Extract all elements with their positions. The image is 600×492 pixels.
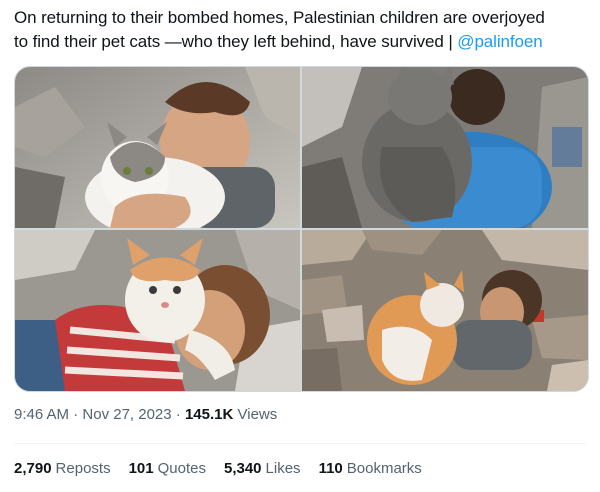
- quotes-count: 101: [128, 460, 154, 477]
- tweet-text-line-2-body: to find their pet cats —who they left be…: [14, 32, 458, 51]
- reposts-count: 2,790: [14, 460, 52, 477]
- views-label: Views: [237, 406, 278, 423]
- views-count: 145.1K: [184, 406, 234, 423]
- child-hugging-white-cat-photo[interactable]: [15, 67, 300, 228]
- bookmarks-stat[interactable]: 110 Bookmarks: [319, 460, 422, 477]
- divider: [14, 443, 586, 444]
- post-date[interactable]: Nov 27, 2023: [82, 406, 171, 423]
- mention-link[interactable]: @palinfoen: [457, 32, 542, 51]
- tweet-text-line-2: to find their pet cats —who they left be…: [14, 30, 589, 54]
- child-hugging-orange-cat-photo[interactable]: [15, 230, 300, 391]
- tweet-text-line-1: On returning to their bombed homes, Pale…: [14, 8, 545, 27]
- child-with-orange-cat-in-rubble-photo[interactable]: [302, 230, 588, 391]
- post-time[interactable]: 9:46 AM: [14, 406, 69, 423]
- quotes-label: Quotes: [157, 460, 206, 477]
- likes-count: 5,340: [223, 460, 262, 477]
- bookmarks-count: 110: [318, 460, 343, 477]
- reposts-stat[interactable]: 2,790 Reposts: [14, 460, 111, 477]
- media-grid: [14, 66, 589, 392]
- quotes-stat[interactable]: 101 Quotes: [129, 460, 206, 477]
- bookmarks-label: Bookmarks: [346, 460, 422, 477]
- meta-separator-1: ·: [73, 406, 79, 423]
- meta-separator-2: ·: [175, 406, 181, 423]
- child-in-blue-hugging-gray-cat-photo[interactable]: [302, 67, 588, 228]
- engagement-stats: 2,790 Reposts 101 Quotes 5,340 Likes 110 Boo…: [14, 460, 422, 477]
- tweet-text: On returning to their bombed homes, Pale…: [14, 6, 589, 54]
- reposts-label: Reposts: [55, 460, 111, 477]
- likes-stat[interactable]: 5,340 Likes: [224, 460, 301, 477]
- likes-label: Likes: [265, 460, 301, 477]
- tweet-meta: 9:46 AM · Nov 27, 2023 · 145.1K Views: [14, 406, 277, 423]
